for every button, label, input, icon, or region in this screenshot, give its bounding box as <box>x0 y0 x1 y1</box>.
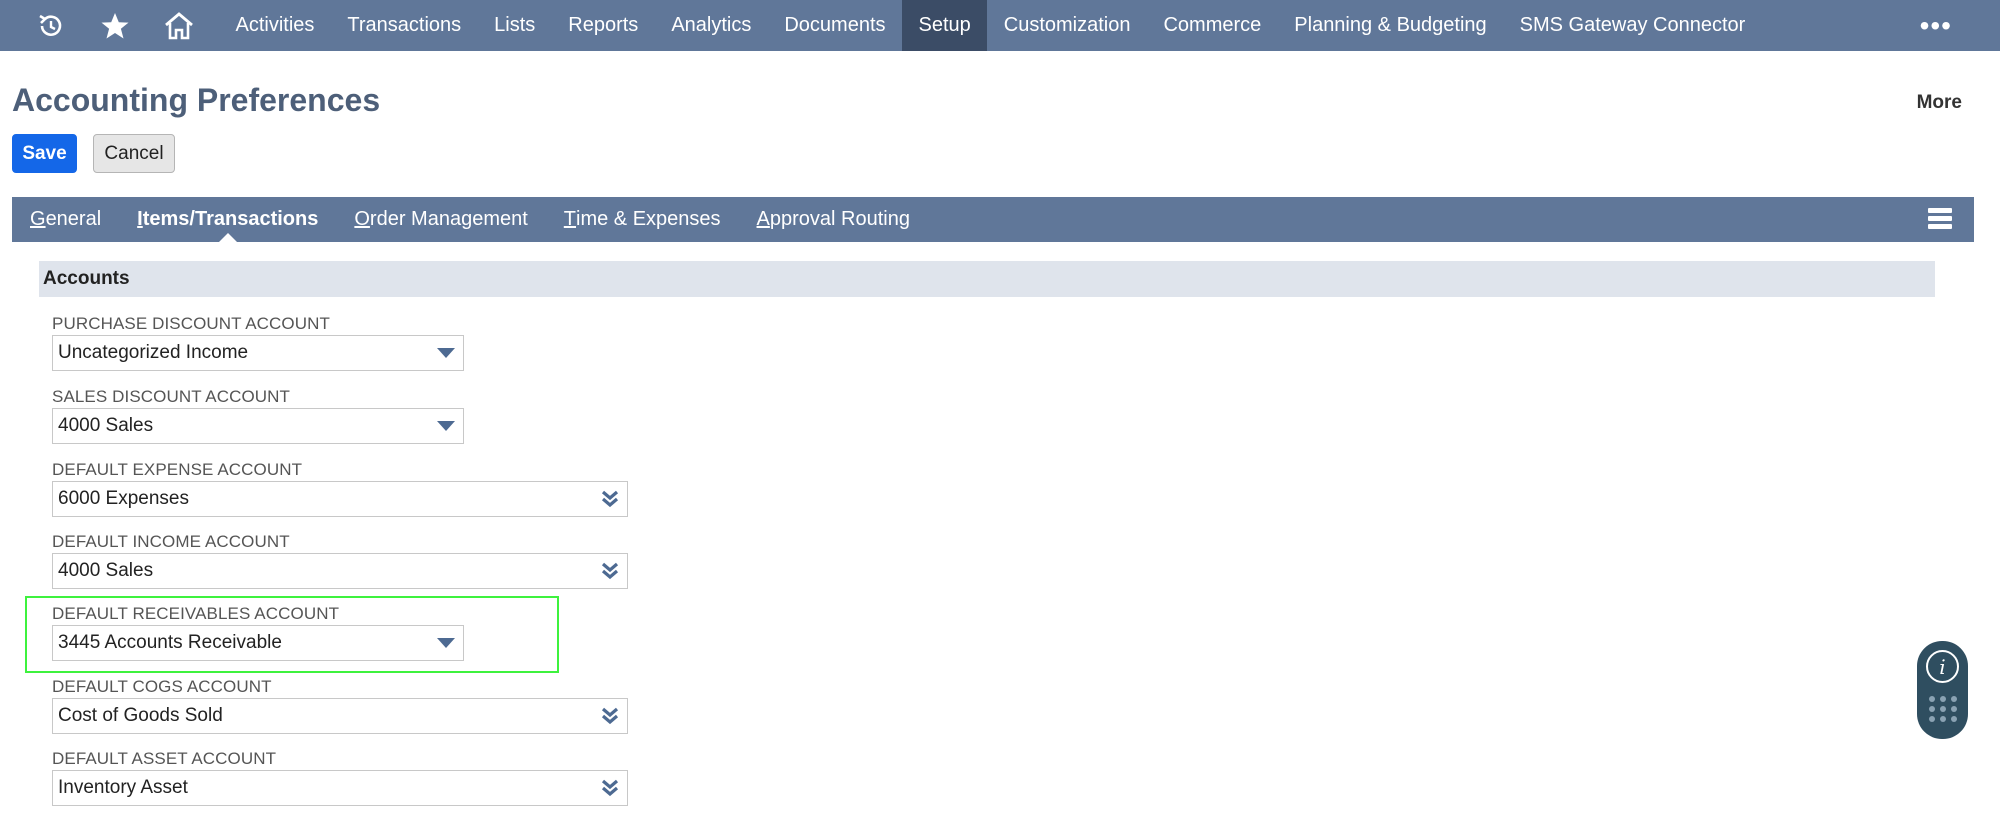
tab-approval-routing[interactable]: Approval Routing <box>739 197 928 242</box>
nav-item-customization[interactable]: Customization <box>987 0 1147 51</box>
tab-label: rder Management <box>369 208 528 230</box>
nav-item-sms-gateway-connector[interactable]: SMS Gateway Connector <box>1503 0 1762 51</box>
keypad-icon[interactable] <box>1929 696 1957 722</box>
highlight-box <box>25 596 559 673</box>
page-title: Accounting Preferences <box>12 82 381 118</box>
default-expense-account-label: Default Expense Account <box>52 460 303 479</box>
tab-label: eneral <box>45 208 102 230</box>
double-chevron-icon[interactable] <box>601 778 619 798</box>
help-widget[interactable]: i <box>1917 641 1968 739</box>
purchase-discount-account-value: Uncategorized Income <box>58 342 249 363</box>
nav-item-setup[interactable]: Setup <box>902 0 988 51</box>
subtab-bar: General Items/Transactions Order Managemen… <box>12 197 1974 242</box>
tab-access-key: O <box>354 208 370 230</box>
double-chevron-icon[interactable] <box>601 706 619 726</box>
tab-label: ime & Expenses <box>576 208 721 230</box>
default-expense-account-select[interactable]: 6000 Expenses <box>52 481 628 517</box>
nav-item-reports[interactable]: Reports <box>552 0 655 51</box>
tab-list: General Items/Transactions Order Managemen… <box>12 197 928 242</box>
nav-item-activities[interactable]: Activities <box>219 0 331 51</box>
default-expense-account-value: 6000 Expenses <box>58 488 189 509</box>
tab-label: pproval Routing <box>769 208 910 230</box>
sales-discount-account-select[interactable]: 4000 Sales <box>52 408 464 444</box>
home-icon[interactable] <box>147 0 211 51</box>
nav-item-lists[interactable]: Lists <box>478 0 552 51</box>
sales-discount-account-value: 4000 Sales <box>58 415 154 436</box>
purchase-discount-account-label: Purchase Discount Account <box>52 314 330 333</box>
star-icon[interactable] <box>83 0 147 51</box>
nav-item-planning-budgeting[interactable]: Planning & Budgeting <box>1278 0 1503 51</box>
tab-time-expenses[interactable]: Time & Expenses <box>546 197 739 242</box>
default-income-account-label: Default Income Account <box>52 532 290 551</box>
info-icon[interactable]: i <box>1926 650 1959 683</box>
double-chevron-icon[interactable] <box>601 561 619 581</box>
default-asset-account-value: Inventory Asset <box>58 777 188 798</box>
default-cogs-account-label: Default COGS Account <box>52 677 272 696</box>
save-button[interactable]: Save <box>12 134 77 173</box>
purchase-discount-account-select[interactable]: Uncategorized Income <box>52 335 464 371</box>
default-income-account-select[interactable]: 4000 Sales <box>52 553 628 589</box>
dropdown-arrow-icon[interactable] <box>437 421 455 431</box>
tab-general[interactable]: General <box>12 197 119 242</box>
dropdown-arrow-icon[interactable] <box>437 348 455 358</box>
sales-discount-account-label: Sales Discount Account <box>52 387 291 406</box>
tab-order-management[interactable]: Order Management <box>336 197 545 242</box>
nav-item-analytics[interactable]: Analytics <box>655 0 768 51</box>
more-menu-icon[interactable]: ••• <box>1920 0 1952 51</box>
double-chevron-icon[interactable] <box>601 489 619 509</box>
tab-access-key: A <box>756 208 770 230</box>
nav-item-documents[interactable]: Documents <box>768 0 902 51</box>
default-asset-account-label: Default Asset Account <box>52 749 277 768</box>
section-header-accounts: Accounts <box>39 261 1935 297</box>
default-cogs-account-value: Cost of Goods Sold <box>58 705 223 726</box>
recent-icon[interactable] <box>19 0 83 51</box>
top-navigation: Activities Transactions Lists Reports Analyt… <box>0 0 2000 51</box>
tab-label: tems/Transactions <box>142 208 319 230</box>
tab-menu-icon[interactable] <box>1928 208 1952 230</box>
more-link[interactable]: More <box>1917 92 1962 114</box>
tab-access-key: T <box>563 208 577 230</box>
default-cogs-account-select[interactable]: Cost of Goods Sold <box>52 698 628 734</box>
nav-menu: Activities Transactions Lists Reports Analyt… <box>219 0 1762 51</box>
cancel-button[interactable]: Cancel <box>93 134 175 173</box>
default-income-account-value: 4000 Sales <box>58 560 154 581</box>
nav-item-commerce[interactable]: Commerce <box>1147 0 1278 51</box>
tab-access-key: G <box>30 208 46 230</box>
default-asset-account-select[interactable]: Inventory Asset <box>52 770 628 806</box>
tab-items-transactions[interactable]: Items/Transactions <box>119 197 336 242</box>
nav-item-transactions[interactable]: Transactions <box>331 0 478 51</box>
